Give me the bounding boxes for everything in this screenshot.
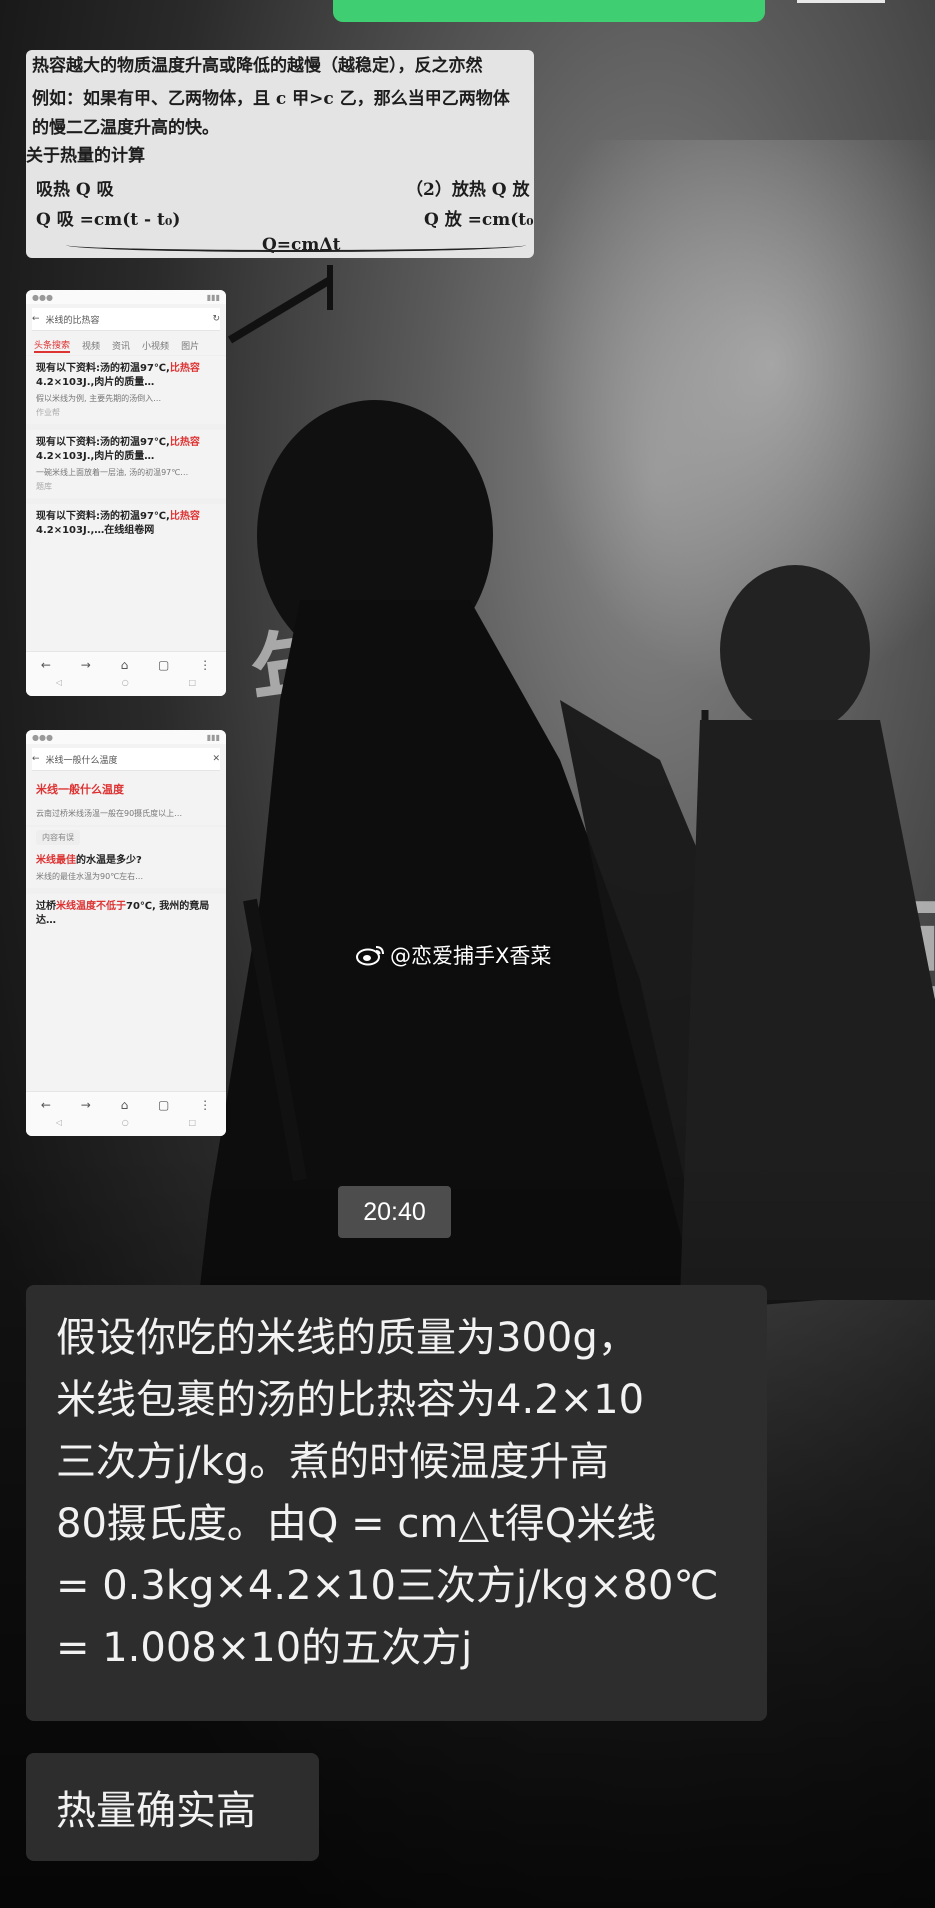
result-title: 现有以下资料:汤的初温97℃,比热容4.2×103J.,肉片的质量…: [36, 363, 200, 388]
result-source: 题库: [36, 482, 52, 491]
textbook-image-message[interactable]: 热容越大的物质温度升高或降低的越慢（越稳定），反之亦然 例如：如果有甲、乙两物体…: [26, 50, 534, 258]
search-query: 米线一般什么温度: [45, 755, 118, 766]
forward-arrow-icon: →: [80, 658, 91, 672]
search-bar: ← 米线一般什么温度 ✕: [32, 748, 220, 771]
search-screenshot-image-message[interactable]: ●●● ▮▮▮ ← 米线一般什么温度 ✕ 米线一般什么温度 云南过桥米线汤温一般在…: [26, 730, 226, 1136]
search-bar: ← 米线的比热容 ↻: [32, 308, 220, 331]
search-query: 米线的比热容: [45, 315, 100, 326]
received-message-bubble[interactable]: 假设你吃的米线的质量为300g， 米线包裹的汤的比热容为4.2×10 三次方j/…: [26, 1285, 767, 1721]
refresh-icon: ↻: [212, 314, 220, 324]
message-line: 三次方j/kg。煮的时候温度升高: [56, 1439, 610, 1485]
back-arrow-icon: ←: [40, 658, 51, 672]
doc-line: 热容越大的物质温度升高或降低的越慢（越稳定），反之亦然: [32, 56, 483, 76]
system-back-icon: ◁: [55, 678, 63, 687]
result-title: 现有以下资料:汤的初温97℃,比热容4.2×103J.,…在线组卷网: [36, 511, 200, 536]
message-text: 热量确实高: [56, 1788, 256, 1834]
menu-icon: ⋮: [199, 1098, 212, 1112]
system-back-icon: ◁: [55, 1118, 63, 1127]
result-title: 米线最佳的水温是多少?: [36, 855, 142, 866]
search-result: 现有以下资料:汤的初温97℃,比热容4.2×103J.,肉片的质量… 假以米线为…: [26, 356, 226, 430]
message-line: 假设你吃的米线的质量为300g，: [56, 1315, 638, 1361]
weibo-logo-icon: [356, 946, 384, 966]
clear-icon: ✕: [212, 754, 220, 764]
doc-line: 的慢二乙温度升高的快。: [32, 118, 219, 138]
result-source: 作业帮: [36, 408, 60, 417]
message-line: 80摄氏度。由Q = cm△t得Q米线: [56, 1501, 657, 1547]
search-screenshot-image-message[interactable]: ●●● ▮▮▮ ← 米线的比热容 ↻ 头条搜索 视频 资讯 小视频 图片 现有以下…: [26, 290, 226, 696]
search-tab: 资讯: [112, 341, 131, 352]
search-tabs: 头条搜索 视频 资讯 小视频 图片: [26, 335, 226, 356]
tabs-icon: ▢: [157, 1098, 170, 1112]
forward-arrow-icon: →: [80, 1098, 91, 1112]
result-title: 过桥米线温度不低于70℃, 我州的竟局达…: [36, 901, 210, 926]
message-line: = 1.008×10的五次方j: [56, 1625, 473, 1671]
search-result: 现有以下资料:汤的初温97℃,比热容4.2×103J.,…在线组卷网: [26, 504, 226, 544]
doc-release-heat-label: （2）放热 Q 放: [406, 180, 530, 200]
previous-sent-message-bubble[interactable]: [333, 0, 765, 22]
doc-heat-formula: Q=cmΔt: [262, 235, 341, 255]
back-icon: ←: [32, 754, 40, 764]
result-title: 现有以下资料:汤的初温97℃,比热容4.2×103J.,肉片的质量…: [36, 437, 200, 462]
system-home-icon: ○: [121, 1118, 129, 1127]
browser-nav-bar: ← → ⌂ ▢ ⋮ ◁ ○ □: [26, 651, 226, 696]
watermark-text: @恋爱捕手X香菜: [390, 944, 552, 968]
search-result: 米线最佳的水温是多少? 米线的最佳水温为90℃左右…: [26, 848, 226, 894]
doc-line: Q 吸 =cm(t - t₀): [36, 210, 181, 230]
menu-icon: ⋮: [199, 658, 212, 672]
answer-text: 云南过桥米线汤温一般在90摄氏度以上…: [36, 809, 183, 818]
system-recent-icon: □: [188, 1118, 197, 1127]
browser-nav-bar: ← → ⌂ ▢ ⋮ ◁ ○ □: [26, 1091, 226, 1136]
search-tab: 头条搜索: [34, 338, 71, 353]
result-desc: 一碗米线上面放着一层油, 汤的初温97℃…: [36, 468, 189, 477]
result-desc: 米线的最佳水温为90℃左右…: [36, 872, 144, 881]
phone-status-bar: ●●● ▮▮▮: [26, 730, 226, 744]
chat-timestamp: 20:40: [338, 1186, 451, 1238]
home-icon: ⌂: [120, 658, 129, 672]
feedback-tag: 内容有误: [36, 830, 80, 845]
doc-line: 关于热量的计算: [26, 146, 145, 166]
previous-image-edge: [797, 0, 885, 3]
tabs-icon: ▢: [157, 658, 170, 672]
doc-line: 吸热 Q 吸: [36, 180, 114, 200]
system-recent-icon: □: [188, 678, 197, 687]
doc-line: 例如：如果有甲、乙两物体，且 c 甲>c 乙，那么当甲乙两物体: [32, 89, 510, 109]
back-icon: ←: [32, 314, 40, 324]
answer-heading: 米线一般什么温度: [36, 783, 124, 796]
phone-status-bar: ●●● ▮▮▮: [26, 290, 226, 304]
search-tab: 小视频: [142, 341, 170, 352]
search-tab: 图片: [181, 341, 200, 352]
result-desc: 假以米线为例, 主要先期的汤倒入…: [36, 394, 162, 403]
received-message-bubble[interactable]: 热量确实高: [26, 1753, 319, 1861]
search-result: 过桥米线温度不低于70℃, 我州的竟局达…: [26, 894, 226, 934]
answer-snippet: 云南过桥米线汤温一般在90摄氏度以上…: [26, 799, 226, 827]
weibo-watermark: @恋爱捕手X香菜: [356, 940, 551, 970]
search-tab: 视频: [82, 341, 101, 352]
doc-release-heat-formula: Q 放 =cm(t₀ -: [424, 210, 534, 230]
search-result: 现有以下资料:汤的初温97℃,比热容4.2×103J.,肉片的质量… 一碗米线上…: [26, 430, 226, 504]
home-icon: ⌂: [120, 1098, 129, 1112]
message-line: 米线包裹的汤的比热容为4.2×10: [56, 1377, 645, 1423]
system-home-icon: ○: [121, 678, 129, 687]
back-arrow-icon: ←: [40, 1098, 51, 1112]
message-line: = 0.3kg×4.2×10三次方j/kg×80℃: [56, 1563, 719, 1609]
